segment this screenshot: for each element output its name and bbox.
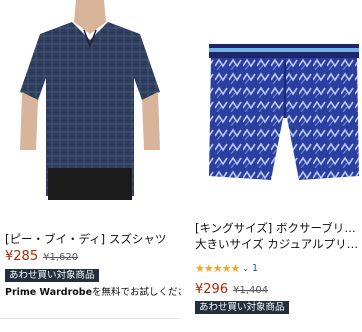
product-image-boxer[interactable] — [187, 0, 362, 200]
price-row: ¥296 ¥1,404 — [195, 282, 268, 297]
add-on-badge: あわせ買い対象商品 — [195, 301, 289, 314]
prime-wardrobe-note: Prime Wardrobeを無料でお試しくださ — [5, 286, 181, 299]
rating[interactable]: ★★★★★ ⌄ 1 — [195, 262, 258, 275]
product-title[interactable]: [ピー・ブイ・ディ] スズシャツ — [5, 231, 177, 247]
prime-wardrobe-text: を無料でお試しくださ — [92, 287, 181, 298]
list-price: ¥1,620 — [43, 252, 79, 263]
list-price: ¥1,404 — [233, 285, 269, 296]
product-title-line-2: 大きいサイズ カジュアルプリント… — [195, 237, 361, 251]
chevron-down-icon[interactable]: ⌄ — [242, 264, 249, 273]
product-card-boxer[interactable]: [キングサイズ] ボクサーブリーフ 大きいサイズ カジュアルプリント… ★★★★… — [187, 0, 362, 332]
tshirt-model-image — [20, 0, 160, 200]
price-row: ¥285 ¥1,620 — [5, 249, 78, 264]
boxer-brief-image — [209, 44, 359, 180]
product-title[interactable]: [キングサイズ] ボクサーブリーフ 大きいサイズ カジュアルプリント… — [195, 220, 361, 252]
divider — [0, 318, 181, 319]
price[interactable]: ¥296 — [195, 282, 228, 297]
rating-count[interactable]: 1 — [252, 263, 258, 274]
product-title-line-1: [キングサイズ] ボクサーブリーフ — [195, 221, 361, 235]
prime-wardrobe-label: Prime Wardrobe — [5, 287, 93, 298]
add-on-badge: あわせ買い対象商品 — [5, 269, 99, 282]
star-rating-icon: ★★★★★ — [195, 262, 240, 275]
price[interactable]: ¥285 — [5, 249, 38, 264]
product-card-shirt[interactable]: [ピー・ブイ・ディ] スズシャツ ¥285 ¥1,620 あわせ買い対象商品 P… — [0, 0, 181, 332]
product-image-shirt[interactable] — [0, 0, 181, 200]
